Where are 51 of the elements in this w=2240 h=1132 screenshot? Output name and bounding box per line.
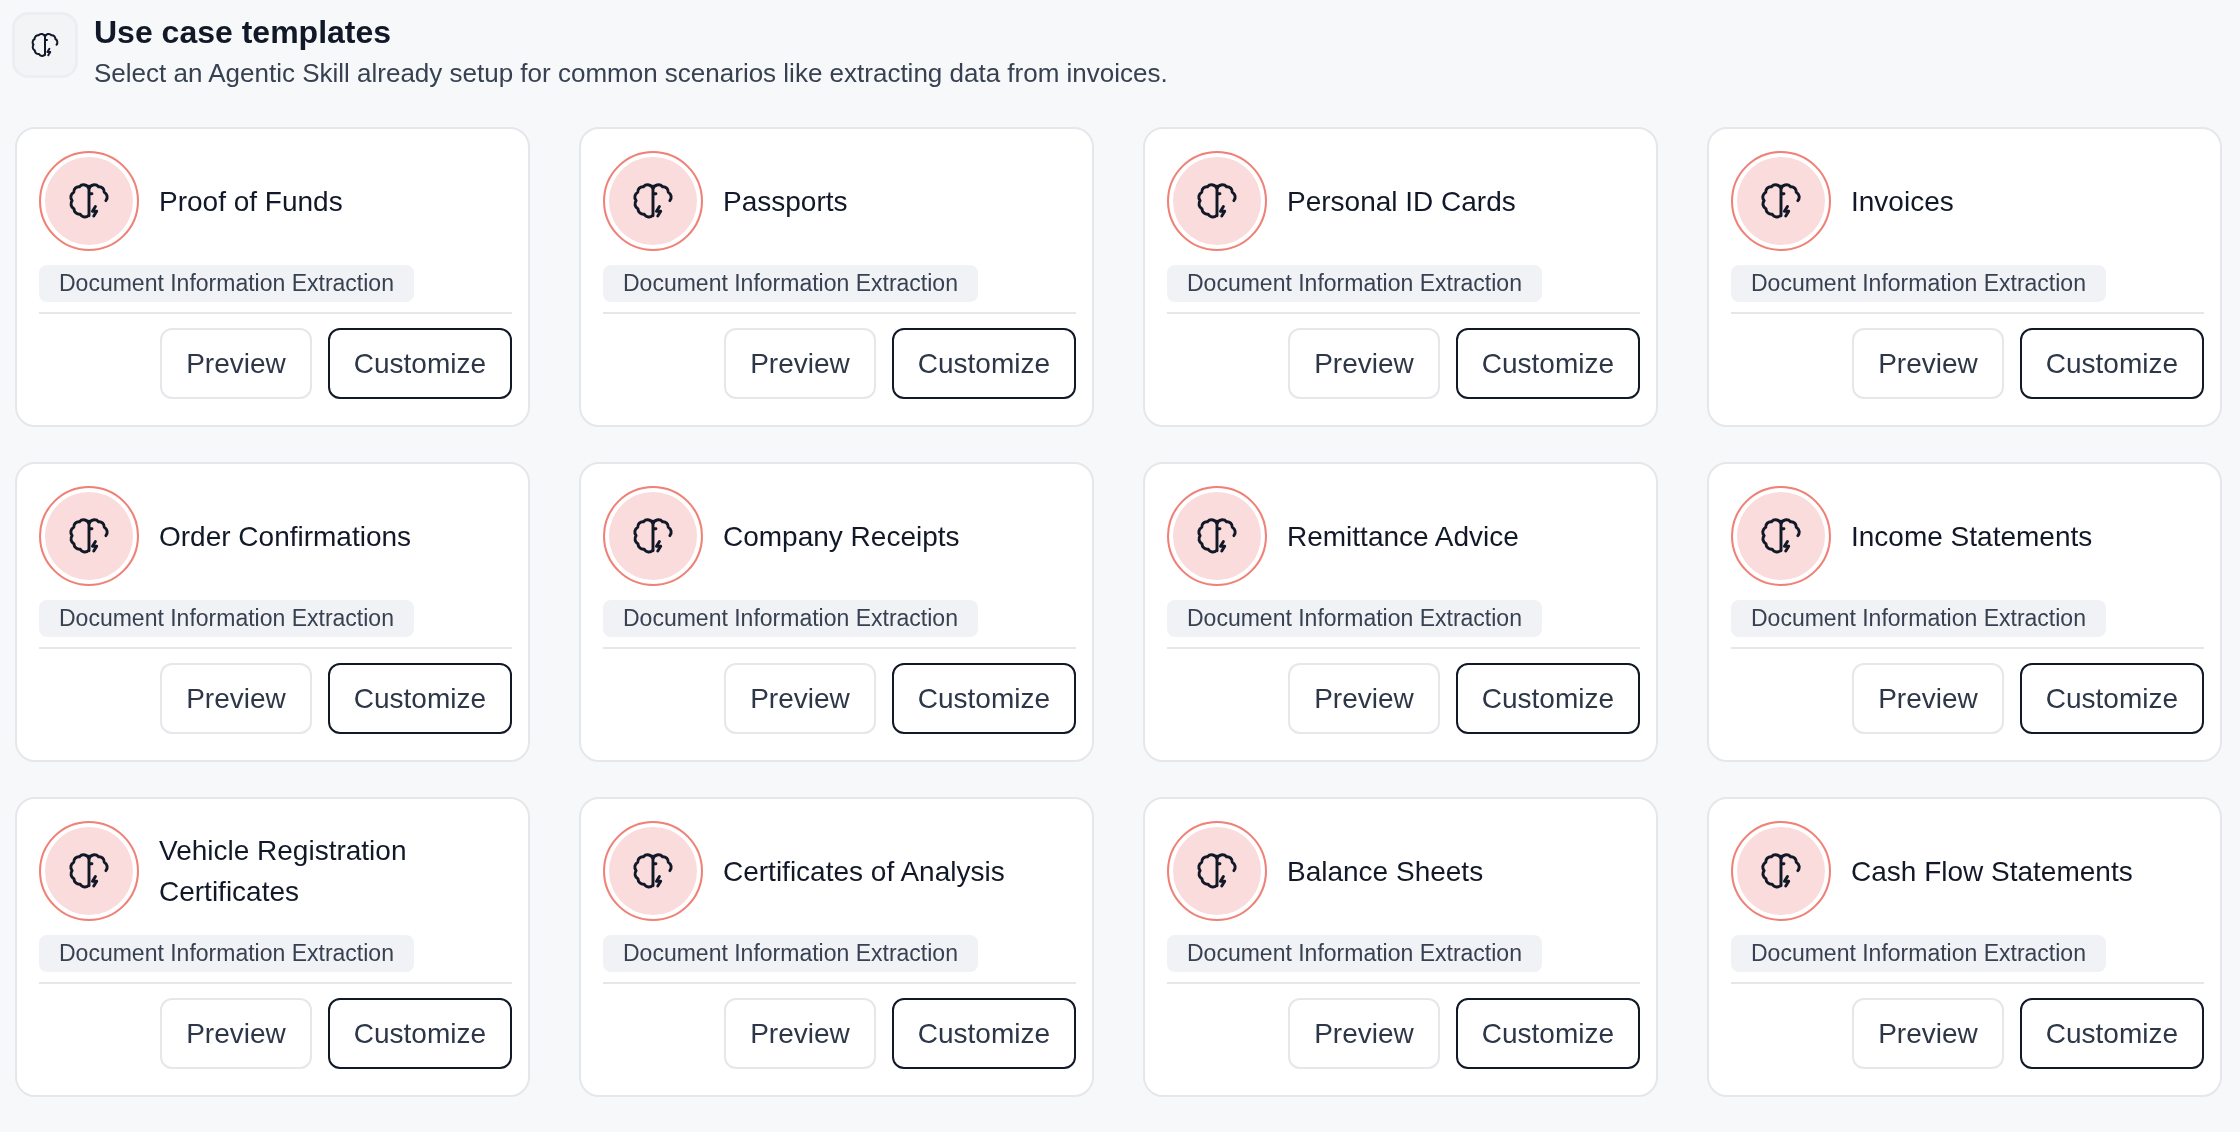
- category-tag: Document Information Extraction: [1731, 600, 2106, 637]
- template-title: Invoices: [1851, 184, 1954, 219]
- preview-button[interactable]: Preview: [160, 663, 312, 734]
- customize-button[interactable]: Customize: [2019, 663, 2204, 734]
- preview-button[interactable]: Preview: [1852, 998, 2004, 1069]
- customize-button[interactable]: Customize: [327, 328, 512, 399]
- preview-button[interactable]: Preview: [724, 328, 876, 399]
- template-title: Vehicle Registration Certificates: [159, 834, 408, 909]
- category-tag: Document Information Extraction: [1167, 935, 1542, 972]
- preview-button[interactable]: Preview: [160, 328, 312, 399]
- preview-button[interactable]: Preview: [160, 998, 312, 1069]
- template-title: Proof of Funds: [159, 184, 343, 219]
- category-tag: Document Information Extraction: [603, 600, 978, 637]
- customize-button[interactable]: Customize: [891, 663, 1076, 734]
- template-title: Income Statements: [1851, 519, 2093, 554]
- customize-button[interactable]: Customize: [327, 663, 512, 734]
- preview-button[interactable]: Preview: [1288, 998, 1440, 1069]
- template-title: Cash Flow Statements: [1851, 854, 2133, 889]
- template-title: Balance Sheets: [1287, 854, 1484, 889]
- customize-button[interactable]: Customize: [327, 998, 512, 1069]
- template-title: Order Confirmations: [159, 519, 412, 554]
- customize-button[interactable]: Customize: [1455, 998, 1640, 1069]
- category-tag: Document Information Extraction: [39, 600, 414, 637]
- customize-button[interactable]: Customize: [891, 998, 1076, 1069]
- template-title: Company Receipts: [723, 519, 960, 554]
- customize-button[interactable]: Customize: [2019, 328, 2204, 399]
- preview-button[interactable]: Preview: [724, 998, 876, 1069]
- category-tag: Document Information Extraction: [1731, 265, 2106, 302]
- customize-button[interactable]: Customize: [891, 328, 1076, 399]
- category-tag: Document Information Extraction: [603, 265, 978, 302]
- preview-button[interactable]: Preview: [1852, 328, 2004, 399]
- category-tag: Document Information Extraction: [39, 935, 414, 972]
- category-tag: Document Information Extraction: [39, 265, 414, 302]
- template-title: Remittance Advice: [1287, 519, 1519, 554]
- preview-button[interactable]: Preview: [1288, 328, 1440, 399]
- category-tag: Document Information Extraction: [1167, 265, 1542, 302]
- template-title: Certificates of Analysis: [723, 854, 1005, 889]
- preview-button[interactable]: Preview: [1288, 663, 1440, 734]
- customize-button[interactable]: Customize: [1455, 328, 1640, 399]
- category-tag: Document Information Extraction: [603, 935, 978, 972]
- template-title: Personal ID Cards: [1287, 184, 1516, 219]
- customize-button[interactable]: Customize: [1455, 663, 1640, 734]
- template-title: Passports: [723, 184, 848, 219]
- category-tag: Document Information Extraction: [1731, 935, 2106, 972]
- category-tag: Document Information Extraction: [1167, 600, 1542, 637]
- preview-button[interactable]: Preview: [1852, 663, 2004, 734]
- customize-button[interactable]: Customize: [2019, 998, 2204, 1069]
- page-subtitle: Select an Agentic Skill already setup for common scenarios like extracting data from invoices.: [94, 58, 1168, 89]
- page-title: Use case templates: [94, 13, 393, 52]
- preview-button[interactable]: Preview: [724, 663, 876, 734]
- brain-icon: [30, 30, 60, 60]
